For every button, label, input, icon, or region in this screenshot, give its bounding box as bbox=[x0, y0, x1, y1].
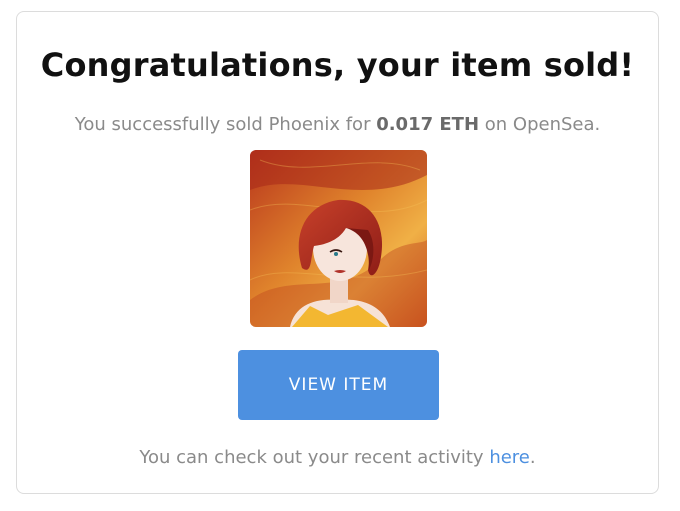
sale-price: 0.017 ETH bbox=[376, 114, 480, 135]
sale-summary: You successfully sold Phoenix for 0.017 … bbox=[17, 114, 658, 135]
item-image bbox=[250, 150, 427, 327]
recent-activity-link[interactable]: here bbox=[489, 447, 530, 468]
sale-summary-prefix: You successfully sold Phoenix for bbox=[74, 114, 377, 135]
footer-prefix: You can check out your recent activity bbox=[139, 447, 490, 468]
footer-suffix: . bbox=[529, 447, 536, 468]
sale-summary-suffix: on OpenSea. bbox=[479, 114, 601, 135]
page-title: Congratulations, your item sold! bbox=[40, 46, 635, 84]
sale-notification-card: Congratulations, your item sold! You suc… bbox=[16, 11, 659, 494]
view-item-button[interactable]: VIEW ITEM bbox=[238, 350, 439, 420]
recent-activity-note: You can check out your recent activity h… bbox=[17, 447, 658, 468]
